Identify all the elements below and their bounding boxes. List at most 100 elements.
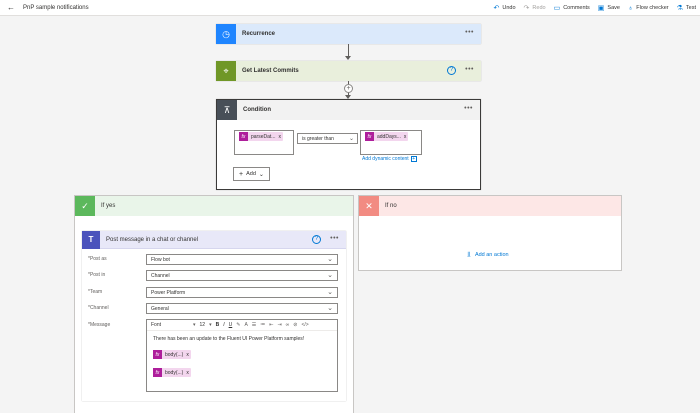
- channel-row: *Channel General ⌄: [82, 303, 346, 315]
- font-color-icon[interactable]: A: [244, 322, 247, 328]
- channel-value: General: [151, 305, 169, 312]
- function-icon: fx: [239, 132, 248, 141]
- redo-button[interactable]: ↷ Redo: [524, 4, 546, 12]
- remove-token-icon[interactable]: x: [186, 370, 191, 376]
- add-an-action-button[interactable]: ⫫ Add an action: [467, 251, 509, 259]
- comments-button[interactable]: ▭ Comments: [554, 4, 590, 12]
- function-icon: fx: [153, 350, 162, 359]
- save-label: Save: [607, 5, 620, 11]
- underline-icon[interactable]: U: [229, 322, 233, 328]
- post-as-row: *Post as Flow bot ⌄: [82, 254, 346, 266]
- add-label: Add: [246, 171, 256, 177]
- more-options-icon[interactable]: •••: [330, 235, 339, 242]
- more-options-icon[interactable]: •••: [465, 29, 474, 36]
- arrow-left-icon[interactable]: ←: [4, 3, 18, 12]
- operator-value: is greater than: [302, 135, 334, 142]
- unlink-icon[interactable]: ⊘: [293, 322, 297, 328]
- get-latest-commits-step[interactable]: ⌖ Get Latest Commits ? •••: [216, 61, 481, 81]
- redo-icon: ↷: [523, 5, 530, 12]
- font-dropdown[interactable]: Font: [151, 322, 189, 328]
- insert-step-plus-icon[interactable]: +: [344, 84, 353, 93]
- globe-icon: ⌖: [216, 61, 236, 81]
- add-dynamic-content-link[interactable]: Add dynamic content +: [362, 156, 417, 162]
- commits-title: Get Latest Commits: [242, 68, 299, 74]
- right-expression-token[interactable]: fx addDays... x: [365, 132, 409, 141]
- teams-icon: T: [82, 230, 100, 249]
- test-button[interactable]: ⚗ Test: [677, 4, 696, 12]
- save-button[interactable]: ▣ Save: [598, 4, 620, 12]
- undo-icon: ↶: [493, 5, 500, 12]
- undo-label: Undo: [502, 5, 516, 11]
- remove-token-icon[interactable]: x: [278, 134, 283, 140]
- decrease-indent-icon[interactable]: ⇤: [269, 322, 273, 328]
- add-condition-button[interactable]: + Add ⌄: [233, 167, 270, 181]
- body-expression-token[interactable]: fx body(...) x: [153, 350, 191, 359]
- remove-token-icon[interactable]: x: [404, 134, 409, 140]
- link-icon[interactable]: ∞: [286, 322, 290, 328]
- help-icon[interactable]: ?: [312, 235, 321, 244]
- editor-toolbar: Font ▾ 12 ▾ B I U ✎ A ☰ ≔ ⇤ ⇥ ∞ ⊘ </>: [147, 320, 337, 331]
- message-text: There has been an update to the Fluent U…: [153, 336, 305, 342]
- redo-label: Redo: [532, 5, 546, 11]
- chevron-down-icon: ⌄: [258, 171, 264, 178]
- team-dropdown[interactable]: Power Platform ⌄: [146, 287, 338, 298]
- chevron-down-icon: ⌄: [348, 136, 354, 142]
- command-bar: ↶ Undo ↷ Redo ▭ Comments ▣ Save ♁ Flow checke…: [494, 0, 696, 16]
- plus-icon: +: [239, 170, 244, 178]
- left-expression-token[interactable]: fx parseDat... x: [239, 132, 283, 141]
- flask-icon: ⚗: [676, 5, 683, 12]
- if-no-branch: ✕ If no ⫫ Add an action: [358, 195, 622, 271]
- font-size-dropdown[interactable]: 12: [200, 322, 206, 328]
- save-icon: ▣: [597, 5, 605, 12]
- plus-square-icon: +: [410, 156, 417, 162]
- condition-icon: ⊼: [217, 100, 237, 120]
- top-bar: ← PnP sample notifications ↶ Undo ↷ Redo ▭…: [0, 0, 700, 16]
- stethoscope-icon: ♁: [627, 4, 634, 12]
- post-as-dropdown[interactable]: Flow bot ⌄: [146, 254, 338, 265]
- flow-checker-label: Flow checker: [636, 5, 669, 11]
- post-as-value: Flow bot: [151, 256, 170, 263]
- token-label: parseDat...: [251, 133, 276, 140]
- post-in-dropdown[interactable]: Channel ⌄: [146, 270, 338, 281]
- operator-dropdown[interactable]: is greater than ⌄: [297, 133, 358, 144]
- post-message-action[interactable]: T Post message in a chat or channel ? ••…: [82, 230, 346, 401]
- chevron-down-icon: ⌄: [327, 305, 333, 312]
- chevron-down-icon: ⌄: [327, 256, 333, 263]
- help-icon[interactable]: ?: [447, 66, 456, 75]
- team-row: *Team Power Platform ⌄: [82, 287, 346, 299]
- teams-action-title: Post message in a chat or channel: [106, 236, 199, 243]
- recurrence-title: Recurrence: [242, 31, 276, 37]
- channel-dropdown[interactable]: General ⌄: [146, 303, 338, 314]
- checkmark-icon: ✓: [75, 196, 95, 216]
- chevron-down-icon: ⌄: [327, 289, 333, 296]
- if-no-title: If no: [385, 203, 397, 209]
- message-label: *Message: [88, 322, 111, 328]
- remove-token-icon[interactable]: x: [186, 352, 191, 358]
- increase-indent-icon[interactable]: ⇥: [277, 322, 281, 328]
- chevron-down-icon: ▾: [193, 322, 196, 328]
- message-editor[interactable]: Font ▾ 12 ▾ B I U ✎ A ☰ ≔ ⇤ ⇥ ∞ ⊘ </> Th…: [146, 319, 338, 392]
- condition-title: Condition: [243, 107, 271, 113]
- body-expression-token[interactable]: fx body(...) x: [153, 368, 191, 377]
- italic-icon[interactable]: I: [223, 322, 224, 328]
- flow-title: PnP sample notifications: [23, 4, 89, 11]
- chevron-down-icon: ⌄: [327, 272, 333, 279]
- post-in-label: *Post in: [88, 272, 106, 278]
- chevron-down-icon: ▾: [209, 322, 212, 328]
- post-in-row: *Post in Channel ⌄: [82, 270, 346, 282]
- add-action-label: Add an action: [474, 252, 509, 258]
- highlight-icon[interactable]: ✎: [236, 322, 240, 328]
- function-icon: fx: [365, 132, 374, 141]
- more-options-icon[interactable]: •••: [464, 105, 473, 112]
- test-label: Test: [685, 5, 696, 11]
- recurrence-step[interactable]: ◷ Recurrence •••: [216, 24, 481, 44]
- undo-button[interactable]: ↶ Undo: [494, 4, 516, 12]
- numbered-list-icon[interactable]: ≔: [260, 322, 265, 328]
- add-action-icon: ⫫: [467, 251, 471, 258]
- condition-step[interactable]: ⊼ Condition ••• fx parseDat... x is grea…: [216, 99, 481, 190]
- bulleted-list-icon[interactable]: ☰: [252, 322, 256, 328]
- flow-checker-button[interactable]: ♁ Flow checker: [628, 5, 669, 12]
- more-options-icon[interactable]: •••: [465, 66, 474, 73]
- bold-icon[interactable]: B: [216, 322, 220, 328]
- code-view-icon[interactable]: </>: [301, 322, 308, 328]
